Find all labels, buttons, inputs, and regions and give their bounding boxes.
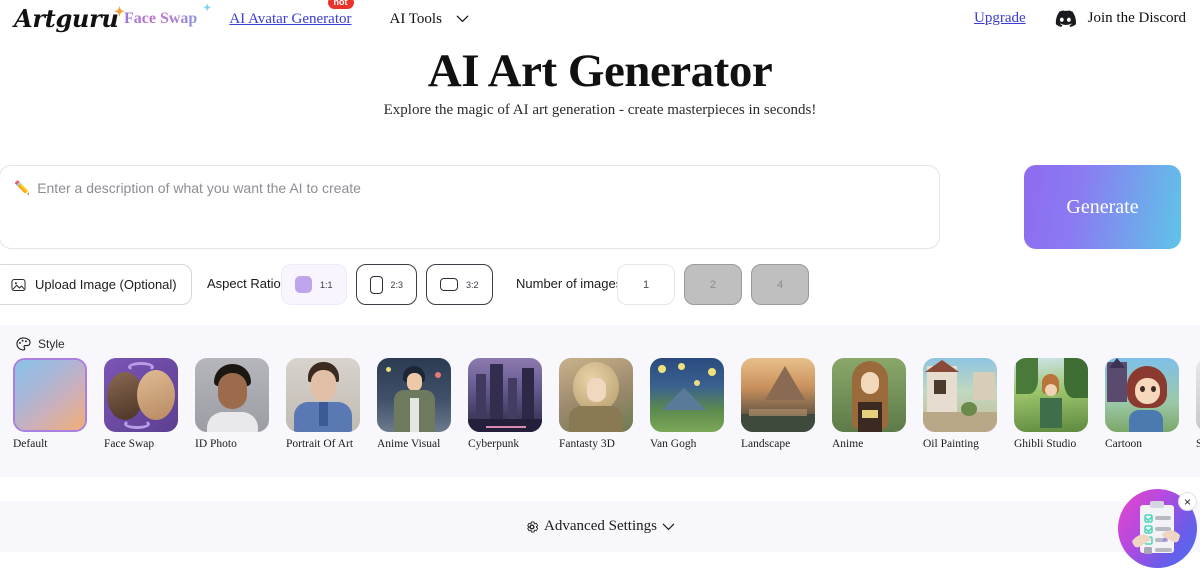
style-item-label: ID Photo <box>195 438 237 450</box>
aspect-ratio-option-2-3-label: 2:3 <box>390 279 404 290</box>
prompt-placeholder: ✏️ Enter a description of what you want … <box>14 180 361 196</box>
style-item-label: Cartoon <box>1105 438 1143 450</box>
number-of-images-option-2[interactable]: 2 <box>684 264 742 305</box>
style-thumbnail <box>377 358 451 432</box>
style-item-oil-painting[interactable]: Oil Painting <box>923 358 997 451</box>
style-panel: Style Default Face Swap ID Photo Portrai… <box>0 325 1200 477</box>
aspect-ratio-option-3-2-label: 3:2 <box>466 279 479 290</box>
page-subtitle: Explore the magic of AI art generation -… <box>383 102 817 118</box>
palette-icon <box>16 337 31 351</box>
style-item-default[interactable]: Default <box>13 358 87 451</box>
discord-icon <box>1055 10 1076 27</box>
style-item-label: Default <box>13 438 48 450</box>
style-item-anime[interactable]: Anime <box>832 358 906 451</box>
style-item-label: Oil Painting <box>923 438 979 450</box>
sparkle-icon-small: ✦ <box>202 3 212 14</box>
advanced-settings-toggle[interactable]: Advanced Settings <box>525 518 675 535</box>
style-item-label: Face Swap <box>104 438 155 450</box>
aspect-ratio-label: Aspect Ratio <box>207 276 281 291</box>
nav-item-ai-tools-label: AI Tools <box>389 10 442 27</box>
pencil-icon: ✏️ <box>14 180 31 195</box>
brand-logo[interactable]: Artguru <box>14 4 119 33</box>
style-item-label: Anime Visual <box>377 438 441 450</box>
page-title: AI Art Generator <box>427 45 773 97</box>
style-thumbnail <box>13 358 87 432</box>
style-section-header: Style <box>16 337 65 351</box>
survey-close-button[interactable]: × <box>1178 492 1197 511</box>
nav-item-face-swap[interactable]: ✦ Face Swap ✦ <box>114 4 213 28</box>
style-thumbnail <box>1014 358 1088 432</box>
aspect-ratio-option-2-3[interactable]: 2:3 <box>355 264 418 305</box>
style-item-landscape[interactable]: Landscape <box>741 358 815 451</box>
upgrade-link[interactable]: Upgrade <box>974 10 1026 27</box>
style-list: Default Face Swap ID Photo Portrait Of A… <box>13 358 1200 451</box>
style-item-portrait-of-art[interactable]: Portrait Of Art <box>286 358 360 451</box>
style-section-label: Style <box>38 337 65 351</box>
aspect-ratio-group: 1:1 2:3 3:2 <box>281 264 493 305</box>
number-of-images-label: Number of images <box>516 276 623 291</box>
style-thumbnail <box>741 358 815 432</box>
style-thumbnail <box>195 358 269 432</box>
prompt-input[interactable]: ✏️ Enter a description of what you want … <box>0 165 940 249</box>
square-ratio-icon <box>295 276 312 293</box>
nav-item-ai-avatar-generator-label: AI Avatar Generator <box>229 10 352 27</box>
aspect-ratio-option-3-2[interactable]: 3:2 <box>426 264 493 305</box>
landscape-ratio-icon <box>440 278 459 291</box>
style-item-fantasty-3d[interactable]: Fantasty 3D <box>559 358 633 451</box>
number-of-images-option-4[interactable]: 4 <box>751 264 809 305</box>
style-item-label: Portrait Of Art <box>286 438 354 450</box>
nav-item-ai-avatar-generator[interactable]: AI Avatar Generator hot <box>229 0 354 28</box>
style-item-anime-visual[interactable]: Anime Visual <box>377 358 451 451</box>
image-icon <box>11 278 26 291</box>
upload-image-button[interactable]: Upload Image (Optional) <box>0 264 192 305</box>
style-item-label: Cyberpunk <box>468 438 520 450</box>
generate-button[interactable]: Generate <box>1024 165 1181 249</box>
join-discord-label: Join the Discord <box>1087 10 1186 26</box>
style-item-van-gogh[interactable]: Van Gogh <box>650 358 724 451</box>
style-item-ghibli-studio[interactable]: Ghibli Studio <box>1014 358 1088 451</box>
style-thumbnail <box>104 358 178 432</box>
style-item-label: Van Gogh <box>650 438 697 450</box>
chevron-down-icon <box>662 523 675 530</box>
number-of-images-group: 1 2 4 <box>617 264 809 305</box>
style-item-label: Fantasty 3D <box>559 438 615 450</box>
style-item-label: Landscape <box>741 438 791 450</box>
main-nav: ✦ Face Swap ✦ AI Avatar Generator hot AI… <box>114 0 469 28</box>
portrait-ratio-icon <box>369 275 383 294</box>
style-thumbnail <box>559 358 633 432</box>
style-thumbnail <box>286 358 360 432</box>
aspect-ratio-option-1-1[interactable]: 1:1 <box>281 264 347 305</box>
header-actions: Upgrade Join the Discord <box>974 10 1186 27</box>
number-of-images-option-1[interactable]: 1 <box>617 264 675 305</box>
gear-icon <box>527 520 539 533</box>
artguru-ai-art-generator-page: Artguru ✦ Face Swap ✦ AI Avatar Generato… <box>0 0 1200 580</box>
prompt-placeholder-text: Enter a description of what you want the… <box>37 180 361 196</box>
style-thumbnail <box>1105 358 1179 432</box>
style-item-label: Anime <box>832 438 864 450</box>
advanced-settings-bar[interactable]: Advanced Settings <box>0 501 1200 552</box>
style-thumbnail <box>923 358 997 432</box>
advanced-settings-label: Advanced Settings <box>544 518 657 534</box>
upload-image-label: Upload Image (Optional) <box>35 277 177 292</box>
style-item-sketch[interactable]: Sketch <box>1196 358 1200 451</box>
site-header: Artguru ✦ Face Swap ✦ AI Avatar Generato… <box>0 0 1200 42</box>
generation-controls: Upload Image (Optional) Aspect Ratio 1:1… <box>0 264 1200 306</box>
hot-badge: hot <box>327 0 354 9</box>
style-item-face-swap[interactable]: Face Swap <box>104 358 178 451</box>
style-thumbnail <box>832 358 906 432</box>
style-item-cartoon[interactable]: Cartoon <box>1105 358 1179 451</box>
style-thumbnail <box>650 358 724 432</box>
style-thumbnail <box>1196 358 1200 432</box>
nav-item-face-swap-label: Face Swap <box>124 10 198 27</box>
aspect-ratio-option-1-1-label: 1:1 <box>320 279 333 290</box>
sparkle-icon: ✦ <box>114 4 125 19</box>
style-item-label: Sketch <box>1196 438 1200 450</box>
nav-item-ai-tools[interactable]: AI Tools <box>390 11 469 28</box>
style-thumbnail <box>468 358 542 432</box>
style-item-id-photo[interactable]: ID Photo <box>195 358 269 451</box>
style-item-cyberpunk[interactable]: Cyberpunk <box>468 358 542 451</box>
style-item-label: Ghibli Studio <box>1014 438 1077 450</box>
chevron-down-icon <box>456 15 469 23</box>
join-discord-link[interactable]: Join the Discord <box>1054 10 1186 27</box>
